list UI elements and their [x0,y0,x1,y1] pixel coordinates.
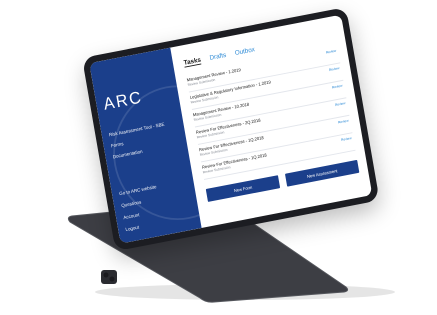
sidebar-item-website[interactable]: Go to ARC website [119,184,157,197]
tab-tasks[interactable]: Tasks [183,57,202,68]
tab-outbox[interactable]: Outbox [234,47,255,58]
main-panel: Tasks Drafts Outbox Management Review - … [170,15,372,228]
camera-bump [101,270,117,284]
new-assessment-button[interactable]: New Assessment [284,159,360,187]
sidebar-item-logout[interactable]: Logout [125,220,163,233]
product-photo: ARC Risk Assessment Tool - SBE Forms Doc… [0,0,437,315]
new-form-button[interactable]: New Form [205,175,281,202]
sidebar-item-account[interactable]: Account [123,208,161,221]
task-list: Management Review - 1.2019 Review Submis… [185,45,356,180]
tab-drafts[interactable]: Drafts [209,52,227,63]
sidebar-item-questions[interactable]: Questions [121,196,159,209]
